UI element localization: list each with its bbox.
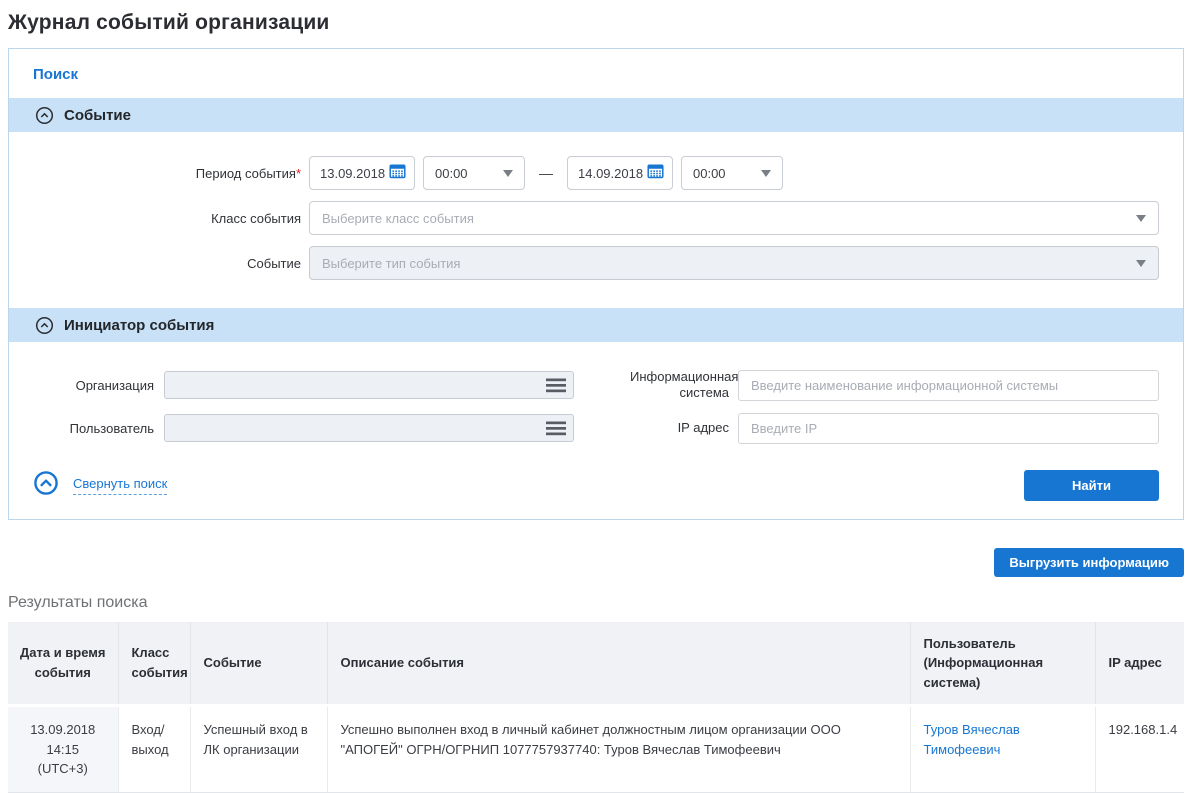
calendar-icon[interactable] — [389, 163, 406, 184]
column-header-event: Событие — [190, 622, 327, 706]
column-header-description: Описание события — [327, 622, 910, 706]
table-row: 13.09.2018 14:15 (UTC+3) Вход/ выход Усп… — [8, 706, 1184, 793]
date-to-input[interactable] — [578, 166, 646, 181]
time-from-select[interactable]: 00:00 — [423, 156, 525, 190]
section-header-initiator[interactable]: Инициатор события — [9, 308, 1183, 342]
cell-event: Успешный вход в ЛК организации — [190, 706, 327, 793]
event-class-select[interactable]: Выберите класс события — [309, 201, 1159, 235]
results-header-row: Дата и время события Класс события Событ… — [8, 622, 1184, 706]
column-header-event-class: Класс события — [118, 622, 190, 706]
event-type-select[interactable]: Выберите тип события — [309, 246, 1159, 280]
period-label: Период события* — [33, 166, 309, 181]
directory-menu-icon[interactable] — [546, 421, 566, 436]
date-to-field[interactable] — [567, 156, 673, 190]
collapse-search-label[interactable]: Свернуть поиск — [73, 476, 167, 495]
chevron-down-icon — [1136, 260, 1146, 267]
chevron-down-icon — [503, 170, 513, 177]
period-separator: — — [539, 165, 553, 181]
calendar-icon[interactable] — [647, 163, 664, 184]
user-link[interactable]: Туров Вячеслав Тимофеевич — [924, 722, 1020, 757]
period-controls: 00:00 — — [309, 156, 783, 190]
search-panel: Поиск Событие Период события* — [8, 48, 1184, 520]
time-to-select[interactable]: 00:00 — [681, 156, 783, 190]
export-button[interactable]: Выгрузить информацию — [994, 548, 1184, 577]
search-panel-footer: Свернуть поиск Найти — [9, 454, 1183, 519]
organization-label: Организация — [33, 378, 164, 393]
user-input[interactable] — [173, 421, 546, 436]
results-table: Дата и время события Класс события Событ… — [8, 622, 1184, 793]
page-title: Журнал событий организации — [8, 11, 1184, 35]
column-header-datetime: Дата и время события — [8, 622, 118, 706]
cell-datetime: 13.09.2018 14:15 (UTC+3) — [8, 706, 118, 793]
chevron-down-icon — [1136, 215, 1146, 222]
ip-input[interactable] — [738, 413, 1159, 444]
event-class-label: Класс события — [33, 211, 309, 226]
initiator-section-body: Организация Информационная система — [9, 342, 1183, 454]
directory-menu-icon[interactable] — [546, 378, 566, 393]
collapse-section-icon — [35, 106, 54, 125]
chevron-down-icon — [761, 170, 771, 177]
date-from-input[interactable] — [320, 166, 388, 181]
user-label: Пользователь — [33, 421, 164, 436]
collapse-circle-icon[interactable] — [33, 470, 59, 501]
event-type-label: Событие — [33, 256, 309, 271]
search-panel-title: Поиск — [9, 49, 1183, 98]
organization-row: Организация Информационная система — [33, 369, 1159, 402]
info-system-label: Информационная система — [630, 369, 738, 402]
section-title-initiator: Инициатор события — [64, 317, 214, 334]
event-class-row: Класс события Выберите класс события — [33, 201, 1159, 235]
cell-ip: 192.168.1.4 — [1095, 706, 1184, 793]
cell-event-class: Вход/ выход — [118, 706, 190, 793]
organization-field[interactable] — [164, 371, 574, 399]
collapse-search-link[interactable]: Свернуть поиск — [33, 470, 167, 501]
cell-user: Туров Вячеслав Тимофеевич — [910, 706, 1095, 793]
results-title: Результаты поиска — [8, 594, 1184, 612]
cell-description: Успешно выполнен вход в личный кабинет д… — [327, 706, 910, 793]
user-row: Пользователь IP адрес — [33, 413, 1159, 444]
ip-label: IP адрес — [630, 420, 738, 436]
event-section-body: Период события* — [9, 132, 1183, 308]
period-row: Период события* — [33, 156, 1159, 190]
find-button[interactable]: Найти — [1024, 470, 1159, 501]
organization-input[interactable] — [173, 378, 546, 393]
required-asterisk: * — [296, 166, 301, 181]
info-system-input[interactable] — [738, 370, 1159, 401]
collapse-section-icon — [35, 316, 54, 335]
event-type-row: Событие Выберите тип события — [33, 246, 1159, 280]
column-header-user: Пользователь (Информационная система) — [910, 622, 1095, 706]
export-row: Выгрузить информацию — [8, 548, 1184, 577]
column-header-ip: IP адрес — [1095, 622, 1184, 706]
section-title-event: Событие — [64, 107, 131, 124]
user-field[interactable] — [164, 414, 574, 442]
section-header-event[interactable]: Событие — [9, 98, 1183, 132]
date-from-field[interactable] — [309, 156, 415, 190]
